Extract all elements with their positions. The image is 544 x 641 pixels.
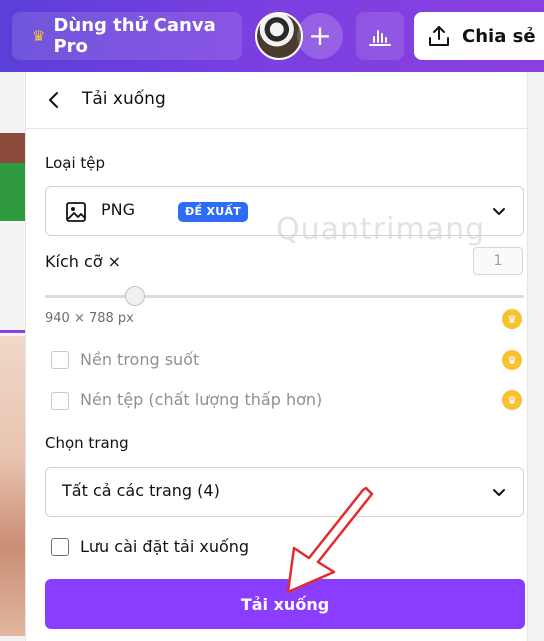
size-input[interactable]: 1	[473, 247, 523, 275]
chevron-left-icon[interactable]	[44, 90, 64, 110]
top-bar: ♛ Dùng thử Canva Pro + Chia sẻ	[0, 0, 544, 72]
avatar[interactable]	[255, 12, 303, 60]
pages-label: Chọn trang	[45, 434, 129, 452]
save-settings-label: Lưu cài đặt tải xuống	[80, 537, 250, 556]
try-pro-label: Dùng thử Canva Pro	[53, 15, 216, 57]
recommended-badge: ĐỀ XUẤT	[178, 202, 249, 222]
crown-icon: ♛	[32, 27, 46, 45]
download-button[interactable]: Tải xuống	[45, 579, 525, 629]
plus-icon[interactable]: +	[297, 13, 343, 59]
crown-icon: ♛	[502, 390, 522, 410]
file-type-label: Loại tệp	[45, 154, 106, 172]
pages-select[interactable]: Tất cả các trang (4)	[45, 467, 524, 517]
canvas-thumbnail-top	[0, 133, 25, 163]
save-settings-checkbox[interactable]	[51, 538, 69, 556]
chevron-down-icon	[493, 208, 505, 215]
bar-chart-icon	[369, 30, 391, 46]
file-type-select[interactable]: PNG ĐỀ XUẤT	[45, 186, 524, 236]
compress-checkbox[interactable]	[51, 392, 69, 410]
canvas-photo	[0, 336, 25, 636]
insights-button[interactable]	[356, 12, 404, 60]
try-canva-pro-button[interactable]: ♛ Dùng thử Canva Pro	[12, 12, 242, 60]
crown-icon: ♛	[502, 309, 522, 329]
panel-header: Tải xuống	[26, 72, 527, 129]
size-label: Kích cỡ ×	[45, 252, 122, 271]
share-label: Chia sẻ	[462, 25, 536, 47]
file-type-value: PNG	[101, 200, 136, 219]
chevron-down-icon	[493, 489, 505, 496]
canvas-right-strip	[528, 72, 544, 641]
download-panel: Tải xuống Quantrimang Loại tệp PNG ĐỀ XU…	[25, 72, 528, 641]
size-dimensions: 940 × 788 px	[45, 311, 134, 326]
pages-value: Tất cả các trang (4)	[62, 481, 220, 500]
upload-icon	[429, 26, 449, 46]
crown-icon: ♛	[502, 350, 522, 370]
share-button[interactable]: Chia sẻ	[414, 12, 544, 60]
transparent-bg-label: Nền trong suốt	[80, 350, 200, 369]
compress-label: Nén tệp (chất lượng thấp hơn)	[80, 390, 323, 409]
image-icon	[66, 202, 86, 222]
size-slider-track[interactable]	[45, 295, 524, 298]
transparent-bg-checkbox[interactable]	[51, 351, 69, 369]
canvas-selection-line	[0, 330, 25, 333]
panel-title: Tải xuống	[82, 89, 166, 109]
size-slider-thumb[interactable]	[125, 286, 145, 306]
